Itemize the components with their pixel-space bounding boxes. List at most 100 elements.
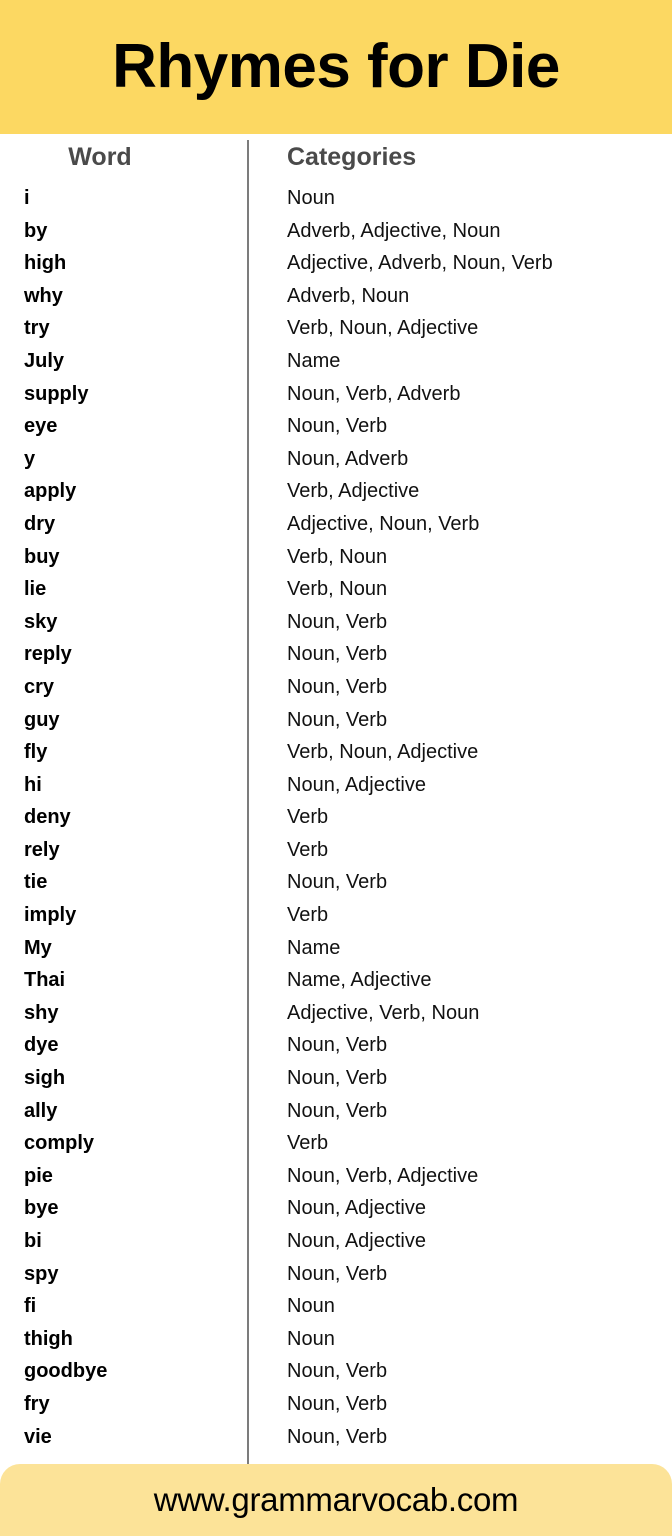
cell-categories: Name, Adjective — [287, 969, 432, 992]
cell-word: bi — [24, 1230, 42, 1252]
cell-word: apply — [24, 480, 77, 503]
cell-word: ally — [24, 1099, 58, 1122]
table-row: ally Noun, Verb — [0, 1095, 672, 1128]
cell-categories: Adjective, Verb, Noun — [287, 1001, 480, 1024]
cell-categories: Noun, Verb — [287, 1425, 388, 1448]
table-row: try Verb, Noun, Adjective — [0, 312, 672, 345]
table-row: Thai Name, Adjective — [0, 964, 672, 997]
table-row: i Noun — [0, 182, 672, 215]
cell-categories: Noun, Verb — [287, 1392, 388, 1415]
table-row: cry Noun, Verb — [0, 671, 672, 704]
cell-word: deny — [24, 806, 71, 829]
cell-word: try — [24, 317, 50, 340]
table-row: comply Verb — [0, 1127, 672, 1160]
table-row: guy Noun, Verb — [0, 704, 672, 737]
table-row: high Adjective, Adverb, Noun, Verb — [0, 247, 672, 280]
cell-word: y — [24, 447, 36, 470]
table-row: dye Noun, Verb — [0, 1029, 672, 1062]
cell-categories: Noun, Verb — [287, 1034, 388, 1057]
cell-word: guy — [24, 708, 60, 731]
cell-word: why — [24, 284, 63, 307]
cell-categories: Noun, Verb — [287, 1099, 388, 1122]
cell-word: My — [24, 936, 52, 959]
cell-categories: Verb, Noun, Adjective — [287, 317, 479, 340]
cell-word: comply — [24, 1132, 95, 1155]
cell-categories: Adjective, Adverb, Noun, Verb — [287, 252, 553, 275]
cell-word: i — [24, 187, 30, 209]
cell-categories: Noun, Verb — [287, 675, 388, 698]
cell-word: lie — [24, 578, 47, 601]
table-row: goodbye Noun, Verb — [0, 1355, 672, 1388]
cell-word: reply — [24, 643, 72, 666]
cell-word: eye — [24, 415, 58, 438]
cell-categories: Verb — [287, 904, 329, 927]
cell-categories: Verb — [287, 1132, 329, 1155]
cell-word: thigh — [24, 1327, 73, 1350]
table-row: eye Noun, Verb — [0, 410, 672, 443]
cell-categories: Adverb, Adjective, Noun — [287, 219, 501, 242]
table-row: shy Adjective, Verb, Noun — [0, 997, 672, 1030]
cell-word: pie — [24, 1164, 53, 1187]
cell-categories: Noun, Verb — [287, 1262, 388, 1285]
table-row: bi Noun, Adjective — [0, 1225, 672, 1258]
cell-word: goodbye — [24, 1360, 108, 1383]
cell-categories: Noun, Verb, Adverb — [287, 382, 461, 405]
page-header-banner: Rhymes for Die — [0, 0, 672, 134]
cell-categories: Noun, Verb — [287, 610, 388, 633]
table-column-headers: Word Categories — [0, 134, 672, 180]
cell-categories: Verb — [287, 838, 329, 861]
cell-word: July — [24, 349, 65, 372]
cell-categories: Noun, Adjective — [287, 773, 426, 796]
cell-categories: Noun — [287, 1295, 335, 1318]
rhymes-word-list-page: Rhymes for Die Word Categories i Noun by Ad… — [0, 0, 672, 1536]
cell-word: rely — [24, 838, 60, 861]
page-title: Rhymes for Die — [112, 32, 560, 101]
cell-categories: Verb, Noun — [287, 545, 388, 568]
cell-categories: Noun — [287, 1327, 335, 1350]
table-row: fi Noun — [0, 1290, 672, 1323]
cell-categories: Noun, Verb — [287, 415, 388, 438]
cell-word: Thai — [24, 969, 66, 992]
table-row: tie Noun, Verb — [0, 866, 672, 899]
table-row: supply Noun, Verb, Adverb — [0, 378, 672, 411]
cell-word: sigh — [24, 1067, 66, 1090]
cell-word: sky — [24, 610, 58, 633]
cell-word: cry — [24, 675, 55, 698]
table-row: bye Noun, Adjective — [0, 1192, 672, 1225]
table-row: imply Verb — [0, 899, 672, 932]
cell-word: tie — [24, 871, 48, 894]
cell-categories: Noun, Verb — [287, 1067, 388, 1090]
cell-word: supply — [24, 382, 89, 405]
cell-categories: Verb, Noun, Adjective — [287, 741, 479, 764]
cell-word: fi — [24, 1295, 37, 1318]
cell-categories: Verb, Adjective — [287, 480, 420, 503]
cell-categories: Verb, Noun — [287, 578, 388, 601]
cell-word: hi — [24, 773, 42, 796]
table-row: vie Noun, Verb — [0, 1421, 672, 1454]
cell-word: bye — [24, 1197, 59, 1220]
cell-word: high — [24, 252, 67, 275]
cell-categories: Noun, Verb — [287, 1360, 388, 1383]
table-row: buy Verb, Noun — [0, 541, 672, 574]
cell-categories: Verb — [287, 806, 329, 829]
table-row: apply Verb, Adjective — [0, 475, 672, 508]
website-url: www.grammarvocab.com — [153, 1481, 519, 1518]
table-row: why Adverb, Noun — [0, 280, 672, 313]
table-row: dry Adjective, Noun, Verb — [0, 508, 672, 541]
cell-word: vie — [24, 1425, 52, 1448]
table-row: spy Noun, Verb — [0, 1258, 672, 1291]
word-table: Word Categories i Noun by Adverb, Adjective… — [0, 134, 672, 1536]
table-row: sigh Noun, Verb — [0, 1062, 672, 1095]
table-row: thigh Noun — [0, 1323, 672, 1356]
column-header-categories: Categories — [287, 143, 417, 171]
table-row: deny Verb — [0, 801, 672, 834]
table-row: July Name — [0, 345, 672, 378]
table-row: pie Noun, Verb, Adjective — [0, 1160, 672, 1193]
cell-word: dry — [24, 512, 56, 535]
cell-categories: Adverb, Noun — [287, 284, 410, 307]
column-header-word: Word — [68, 143, 132, 171]
cell-categories: Noun, Adjective — [287, 1230, 426, 1252]
table-rows: i Noun by Adverb, Adjective, Noun high Adject… — [0, 180, 672, 1453]
footer-banner: www.grammarvocab.com — [0, 1464, 672, 1536]
table-row: My Name — [0, 932, 672, 965]
